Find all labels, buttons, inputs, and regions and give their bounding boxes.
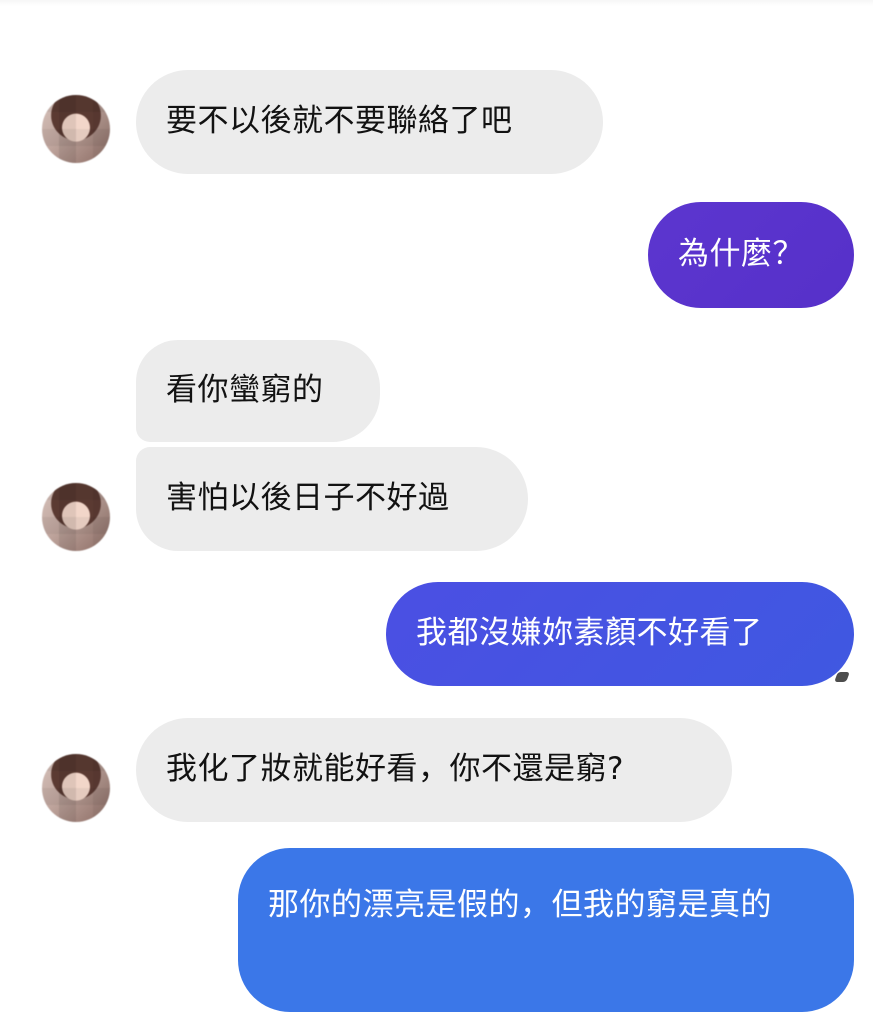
contact-avatar[interactable] (42, 483, 110, 551)
outgoing-message-3[interactable]: 那你的漂亮是假的，但我的窮是真的 (238, 848, 854, 1012)
outgoing-message-1[interactable]: 為什麼？ (648, 202, 854, 308)
incoming-message-1[interactable]: 要不以後就不要聯絡了吧 (136, 70, 603, 174)
message-text: 我都沒嫌妳素顏不好看了 (416, 615, 763, 652)
top-edge-shadow (0, 0, 873, 6)
mini-read-receipt-icon (834, 672, 850, 682)
message-text: 那你的漂亮是假的，但我的窮是真的 (268, 887, 772, 923)
message-text: 看你蠻窮的 (166, 372, 324, 409)
outgoing-message-2[interactable]: 我都沒嫌妳素顏不好看了 (386, 582, 854, 686)
message-text: 要不以後就不要聯絡了吧 (166, 103, 513, 140)
chat-thread: 要不以後就不要聯絡了吧 為什麼？ 看你蠻窮的 害怕以後日子不好過 我都沒嫌妳素顏… (0, 0, 873, 1024)
incoming-message-3[interactable]: 害怕以後日子不好過 (136, 447, 528, 551)
message-text: 害怕以後日子不好過 (166, 480, 450, 517)
contact-avatar[interactable] (42, 754, 110, 822)
message-text: 我化了妝就能好看，你不還是窮? (166, 751, 624, 788)
incoming-message-4[interactable]: 我化了妝就能好看，你不還是窮? (136, 718, 732, 822)
incoming-message-2[interactable]: 看你蠻窮的 (136, 340, 380, 442)
message-text: 為什麼？ (678, 236, 804, 273)
contact-avatar[interactable] (42, 95, 110, 163)
